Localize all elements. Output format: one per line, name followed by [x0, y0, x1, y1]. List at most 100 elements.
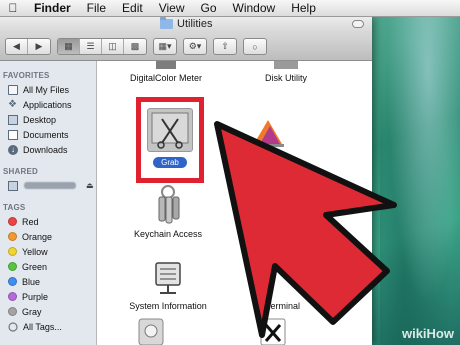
sidebar-item-all-tags[interactable]: All Tags...	[0, 319, 96, 334]
tag-color-dot-icon	[8, 277, 17, 286]
menu-view[interactable]: View	[151, 0, 193, 17]
app-disk-utility[interactable]: Disk Utility	[236, 61, 336, 83]
menu-go[interactable]: Go	[193, 0, 225, 17]
title-bar[interactable]: Utilities	[0, 17, 372, 33]
shared-heading: SHARED	[3, 167, 38, 176]
menu-app-finder[interactable]: Finder	[26, 0, 79, 17]
sidebar-item-all-my-files[interactable]: All My Files	[0, 82, 96, 97]
sidebar-item-label: Orange	[22, 231, 53, 242]
desktop-icon	[8, 114, 18, 125]
sidebar-item-tag-green[interactable]: Green	[0, 259, 96, 274]
sidebar-item-label: Downloads	[23, 144, 68, 155]
column-view-icon[interactable]: ◫	[102, 39, 124, 54]
sidebar-item-tag-yellow[interactable]: Yellow	[0, 244, 96, 259]
documents-icon	[8, 129, 18, 140]
view-mode-buttons: ▦ ☰ ◫ ▩	[57, 38, 147, 55]
downloads-icon: ↓	[8, 144, 18, 155]
redacted-device-name	[24, 182, 76, 189]
app-label: Terminal	[265, 301, 300, 311]
menu-file[interactable]: File	[79, 0, 114, 17]
app-terminal[interactable]: Terminal	[233, 301, 333, 311]
app-keychain-access[interactable]: Keychain Access	[118, 183, 218, 239]
sidebar-item-applications[interactable]: ❖ Applications	[0, 97, 96, 112]
app-partial-right[interactable]	[248, 206, 288, 234]
grapher-icon	[252, 120, 284, 147]
app-grapher[interactable]	[238, 116, 298, 150]
app-label: Disk Utility	[265, 73, 307, 83]
all-files-icon	[8, 84, 18, 95]
sidebar-item-label: Green	[22, 261, 48, 272]
sidebar-item-downloads[interactable]: ↓ Downloads	[0, 142, 96, 157]
tag-color-dot-icon	[8, 247, 17, 256]
apple-menu-icon[interactable]: 	[0, 1, 26, 15]
digitalcolor-meter-icon	[156, 61, 176, 69]
tag-icon[interactable]: ○	[244, 39, 266, 54]
favorites-heading: FAVORITES	[3, 71, 50, 80]
sidebar-item-label: Gray	[22, 306, 42, 317]
sidebar-item-tag-orange[interactable]: Orange	[0, 229, 96, 244]
eject-icon[interactable]: ⏏	[86, 181, 94, 190]
file-grid: DigitalColor Meter Disk Utility Grab Key…	[98, 61, 372, 345]
share-icon[interactable]: ⇧	[214, 39, 236, 54]
share-button[interactable]: ⇧	[213, 38, 237, 55]
icon-view-icon[interactable]: ▦	[58, 39, 80, 54]
menu-window[interactable]: Window	[225, 0, 284, 17]
menu-help[interactable]: Help	[283, 0, 324, 17]
sidebar-item-tag-purple[interactable]: Purple	[0, 289, 96, 304]
tags-heading: TAGS	[3, 203, 26, 212]
grab-scissors-icon	[151, 112, 189, 149]
list-view-icon[interactable]: ☰	[80, 39, 102, 54]
tag-color-dot-icon	[8, 232, 17, 241]
wikihow-watermark: wikiHow	[402, 326, 454, 341]
sidebar-item-tag-blue[interactable]: Blue	[0, 274, 96, 289]
cover-flow-icon[interactable]: ▩	[124, 39, 146, 54]
nav-buttons: ◀ ▶	[5, 38, 51, 55]
app-system-information[interactable]: System Information	[118, 257, 218, 311]
sidebar-item-label: Yellow	[22, 246, 48, 257]
sidebar-item-label: Purple	[22, 291, 49, 302]
app-label: DigitalColor Meter	[129, 73, 203, 83]
sidebar-item-shared-device[interactable]: ⏏	[0, 178, 96, 193]
fullscreen-button[interactable]	[352, 20, 364, 28]
app-grab[interactable]	[147, 108, 193, 152]
app-label-selected: Grab	[153, 157, 187, 168]
system-information-icon	[155, 262, 181, 294]
arrange-icon[interactable]: ▦▾	[154, 39, 176, 54]
action-menu[interactable]: ⚙▾	[183, 38, 207, 55]
sidebar-item-documents[interactable]: Documents	[0, 127, 96, 142]
finder-window: Utilities ◀ ▶ ▦ ☰ ◫ ▩ ▦▾ ⚙▾ ⇧ ○ FAVORITE…	[0, 17, 372, 345]
sidebar-item-label: Blue	[22, 276, 41, 287]
sidebar-item-desktop[interactable]: Desktop	[0, 112, 96, 127]
voiceover-icon	[138, 318, 164, 345]
tag-color-dot-icon	[8, 307, 17, 316]
app-icon	[262, 208, 274, 228]
menu-bar:  Finder File Edit View Go Window Help	[0, 0, 460, 17]
sidebar-item-label: Desktop	[23, 114, 57, 125]
sidebar: FAVORITES All My Files ❖ Applications De…	[0, 61, 97, 345]
tag-color-dot-icon	[8, 262, 17, 271]
app-label: System Information	[129, 301, 207, 311]
window-title-text: Utilities	[177, 18, 213, 30]
back-button[interactable]: ◀	[6, 39, 28, 54]
x11-icon	[260, 318, 286, 345]
arrange-menu[interactable]: ▦▾	[153, 38, 177, 55]
sidebar-item-tag-red[interactable]: Red	[0, 214, 96, 229]
forward-button[interactable]: ▶	[28, 39, 50, 54]
menu-edit[interactable]: Edit	[114, 0, 151, 17]
watermark-suffix: How	[426, 326, 454, 341]
app-digitalcolor-meter[interactable]: DigitalColor Meter	[116, 61, 216, 83]
watermark-brand: wiki	[401, 326, 427, 341]
keychain-icon	[158, 185, 180, 224]
folder-icon	[160, 17, 173, 29]
app-voiceover-utility[interactable]	[136, 317, 166, 345]
tags-button[interactable]: ○	[243, 38, 267, 55]
all-tags-icon	[8, 321, 18, 332]
sidebar-item-label: Documents	[23, 129, 69, 140]
sidebar-item-label: All Tags...	[23, 321, 62, 332]
app-x11[interactable]	[258, 317, 288, 345]
sidebar-item-label: All My Files	[23, 84, 70, 95]
gear-icon[interactable]: ⚙▾	[184, 39, 206, 54]
sidebar-item-tag-gray[interactable]: Gray	[0, 304, 96, 319]
applications-icon: ❖	[8, 98, 17, 110]
highlight-box: Grab	[136, 97, 204, 183]
